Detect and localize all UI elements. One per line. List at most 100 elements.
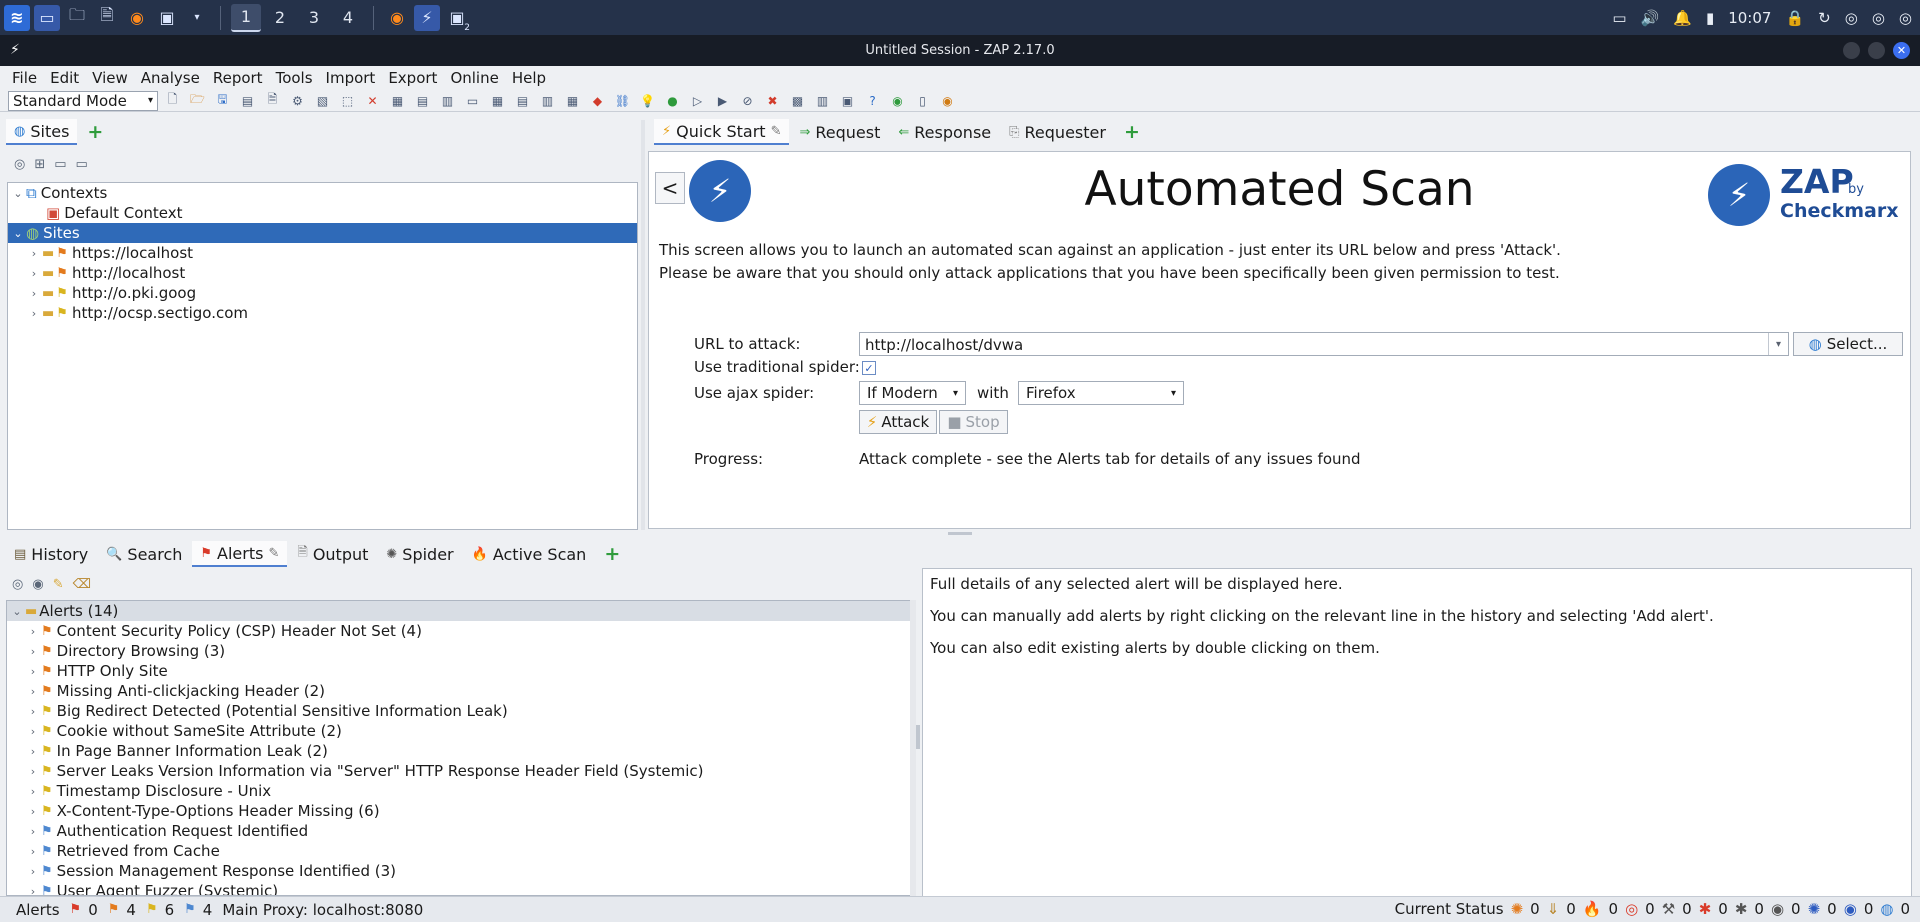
tab-request[interactable]: ⇒ Request bbox=[791, 119, 888, 145]
chevron-right-icon[interactable]: › bbox=[25, 765, 41, 778]
menu-export[interactable]: Export bbox=[382, 69, 443, 87]
tab-sites[interactable]: ◍ Sites bbox=[6, 119, 78, 145]
chevron-down-icon[interactable]: ▾ bbox=[1768, 333, 1788, 355]
refresh-icon[interactable]: ↻ bbox=[1818, 9, 1831, 27]
layout-icon[interactable]: ▦ bbox=[487, 92, 508, 110]
add-tab-icon[interactable]: + bbox=[79, 121, 111, 143]
terminal-icon[interactable]: ▣ bbox=[154, 5, 180, 31]
battery-icon[interactable]: ▮ bbox=[1706, 9, 1714, 27]
show-desktop-icon[interactable]: ▭ bbox=[34, 4, 60, 31]
help-icon[interactable]: ? bbox=[862, 92, 883, 110]
vertical-splitter[interactable] bbox=[641, 120, 645, 530]
lock-screen-icon[interactable]: 🔒 bbox=[1785, 9, 1804, 27]
layout-icon[interactable]: ▥ bbox=[437, 92, 458, 110]
tab-active-scan[interactable]: 🔥 Active Scan bbox=[464, 541, 595, 567]
menu-view[interactable]: View bbox=[86, 69, 134, 87]
filter-icon[interactable]: ◉ bbox=[32, 577, 43, 592]
delete-icon[interactable]: ✕ bbox=[362, 92, 383, 110]
link-icon[interactable]: ⛓ bbox=[612, 92, 633, 110]
pin-icon[interactable]: ✎ bbox=[268, 546, 279, 561]
context-icon[interactable]: ⬚ bbox=[337, 92, 358, 110]
volume-icon[interactable]: 🔊 bbox=[1641, 9, 1660, 27]
kali-menu-icon[interactable]: ≋ bbox=[4, 4, 30, 31]
tree-site[interactable]: › ▬ ⚑ http://o.pki.goog bbox=[8, 283, 637, 303]
firefox-window-icon[interactable]: ◉ bbox=[384, 5, 410, 31]
chevron-right-icon[interactable]: › bbox=[25, 885, 41, 896]
chevron-right-icon[interactable]: › bbox=[25, 725, 41, 738]
workspace-4[interactable]: 4 bbox=[333, 4, 363, 32]
tree-sites-root[interactable]: ⌄ ◍ Sites bbox=[8, 223, 637, 243]
chevron-right-icon[interactable]: › bbox=[25, 665, 41, 678]
save-session-icon[interactable]: 🖫 bbox=[212, 92, 233, 110]
break-all-icon[interactable]: ● bbox=[662, 92, 683, 110]
chevron-right-icon[interactable]: › bbox=[25, 865, 41, 878]
network-icon[interactable]: ◎ bbox=[1845, 9, 1858, 27]
alert-item[interactable]: › ⚑ Retrieved from Cache bbox=[7, 841, 913, 861]
tab-alerts[interactable]: ⚑ Alerts ✎ bbox=[192, 541, 288, 567]
alert-item[interactable]: › ⚑ Big Redirect Detected (Potential Sensi… bbox=[7, 701, 913, 721]
layout-icon[interactable]: ▦ bbox=[387, 92, 408, 110]
report-icon[interactable]: ▯ bbox=[912, 92, 933, 110]
snapshot-icon[interactable]: ▤ bbox=[237, 92, 258, 110]
encode-icon[interactable]: ▩ bbox=[787, 92, 808, 110]
fuzz-icon[interactable]: ▥ bbox=[812, 92, 833, 110]
import-icon[interactable]: ▧ bbox=[312, 92, 333, 110]
menu-online[interactable]: Online bbox=[444, 69, 504, 87]
menu-analyse[interactable]: Analyse bbox=[135, 69, 206, 87]
text-editor-icon[interactable]: 🗎 bbox=[94, 5, 120, 31]
alert-item[interactable]: › ⚑ HTTP Only Site bbox=[7, 661, 913, 681]
workspace-2[interactable]: 2 bbox=[265, 4, 295, 32]
tree-site[interactable]: › ▬ ⚑ http://localhost bbox=[8, 263, 637, 283]
chevron-right-icon[interactable]: › bbox=[26, 267, 42, 280]
traditional-spider-checkbox[interactable]: ✓ bbox=[862, 361, 876, 375]
tree-default-context[interactable]: ▣ Default Context bbox=[8, 203, 637, 223]
chevron-down-icon[interactable]: ⌄ bbox=[10, 227, 26, 240]
tree-site[interactable]: › ▬ ⚑ http://ocsp.sectigo.com bbox=[8, 303, 637, 323]
chevron-right-icon[interactable]: › bbox=[25, 685, 41, 698]
horizontal-splitter[interactable] bbox=[948, 532, 972, 535]
chevron-down-icon[interactable]: ⌄ bbox=[10, 187, 26, 200]
network-icon[interactable]: ◎ bbox=[1872, 9, 1885, 27]
scope-icon[interactable]: ◆ bbox=[587, 92, 608, 110]
menu-tools[interactable]: Tools bbox=[270, 69, 319, 87]
workspace-1[interactable]: 1 bbox=[231, 3, 261, 32]
chevron-right-icon[interactable]: › bbox=[25, 825, 41, 838]
tab-output[interactable]: 🗎 Output bbox=[289, 541, 376, 567]
layout-icon[interactable]: ▦ bbox=[562, 92, 583, 110]
options-gear-icon[interactable]: ⚙ bbox=[287, 92, 308, 110]
chevron-right-icon[interactable]: › bbox=[26, 307, 42, 320]
menu-file[interactable]: File bbox=[6, 69, 43, 87]
stop-button[interactable]: ■ Stop bbox=[939, 410, 1008, 434]
tab-response[interactable]: ⇐ Response bbox=[890, 119, 999, 145]
bulb-icon[interactable]: 💡 bbox=[637, 92, 658, 110]
chevron-right-icon[interactable]: › bbox=[26, 247, 42, 260]
open-session-icon[interactable]: 🗁 bbox=[187, 92, 208, 110]
tab-history[interactable]: ▤ History bbox=[6, 541, 96, 567]
alert-item[interactable]: › ⚑ Session Management Response Identified… bbox=[7, 861, 913, 881]
alert-item[interactable]: › ⚑ Missing Anti-clickjacking Header (2) bbox=[7, 681, 913, 701]
layout-icon[interactable]: ▭ bbox=[462, 92, 483, 110]
add-tab-icon[interactable]: + bbox=[1116, 121, 1148, 143]
import-context-icon[interactable]: ▭ bbox=[54, 157, 66, 172]
ajax-spider-select[interactable]: If Modern ▾ bbox=[859, 381, 966, 405]
terminal-window-icon[interactable]: ▣ 2 bbox=[444, 5, 470, 33]
alert-item[interactable]: › ⚑ Content Security Policy (CSP) Header N… bbox=[7, 621, 913, 641]
layout-icon[interactable]: ▥ bbox=[537, 92, 558, 110]
notification-bell-icon[interactable]: 🔔 bbox=[1673, 9, 1692, 27]
layout-icon[interactable]: ▤ bbox=[512, 92, 533, 110]
alert-item[interactable]: › ⚑ Timestamp Disclosure - Unix bbox=[7, 781, 913, 801]
maximize-button[interactable] bbox=[1868, 42, 1885, 59]
chevron-right-icon[interactable]: › bbox=[25, 785, 41, 798]
continue-icon[interactable]: ▶ bbox=[712, 92, 733, 110]
chevron-right-icon[interactable]: › bbox=[25, 805, 41, 818]
menu-import[interactable]: Import bbox=[320, 69, 382, 87]
vertical-splitter[interactable] bbox=[916, 725, 920, 749]
alert-item[interactable]: › ⚑ User Agent Fuzzer (Systemic) bbox=[7, 881, 913, 896]
tree-site[interactable]: › ▬ ⚑ https://localhost bbox=[8, 243, 637, 263]
chevron-down-icon[interactable]: ⌄ bbox=[9, 605, 25, 618]
pin-icon[interactable]: ✎ bbox=[771, 124, 782, 139]
alert-item[interactable]: › ⚑ In Page Banner Information Leak (2) bbox=[7, 741, 913, 761]
browser-select[interactable]: Firefox ▾ bbox=[1018, 381, 1184, 405]
menu-edit[interactable]: Edit bbox=[44, 69, 85, 87]
export-context-icon[interactable]: ▭ bbox=[76, 157, 88, 172]
